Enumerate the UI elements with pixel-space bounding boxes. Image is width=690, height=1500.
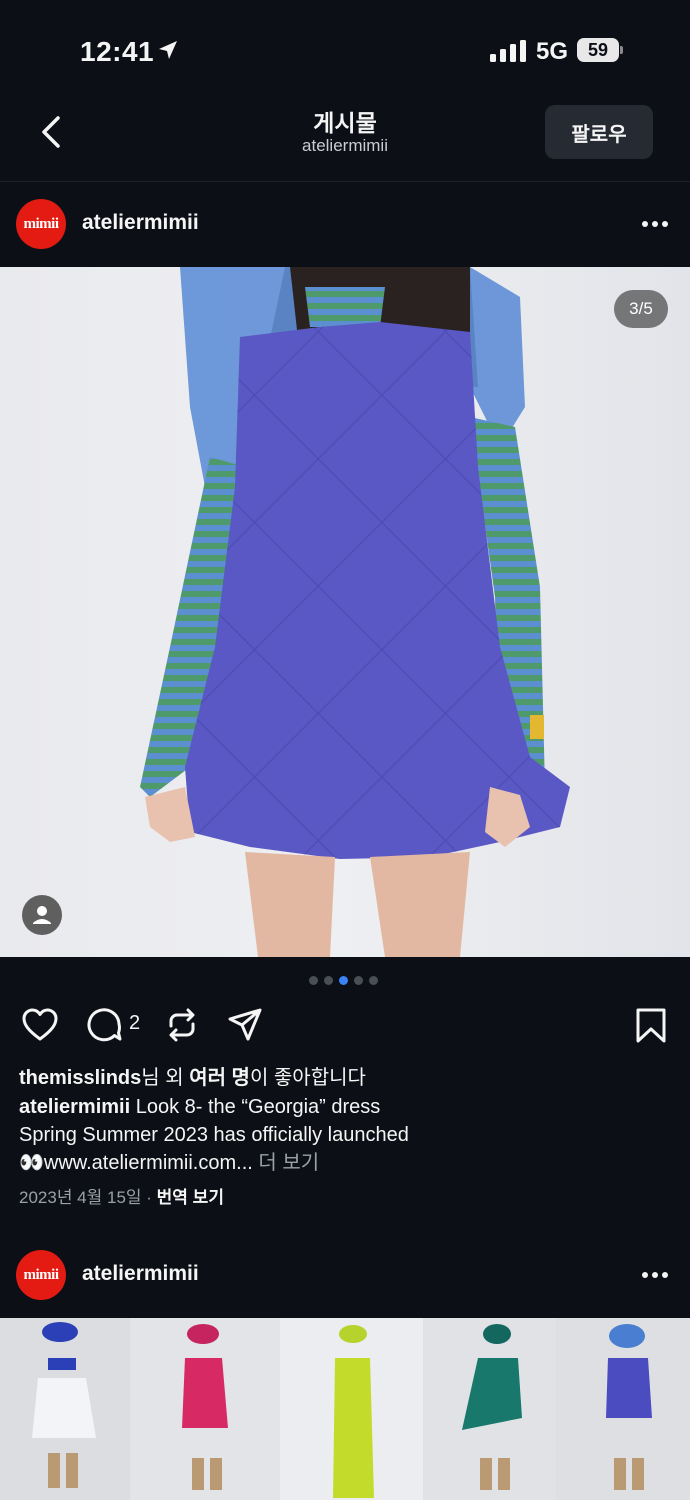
next-post-header: mimii ateliermimii — [0, 1234, 690, 1318]
likes-mid: 님 외 — [141, 1067, 190, 1089]
signal-icon — [490, 40, 526, 62]
bookmark-icon[interactable] — [632, 1006, 670, 1044]
caption-username[interactable]: ateliermimii — [19, 1096, 130, 1118]
more-options-icon[interactable] — [640, 1268, 670, 1282]
caption-line-3: 👀www.ateliermimii.com... — [19, 1152, 253, 1174]
post-meta: 2023년 4월 15일 · 번역 보기 — [19, 1183, 224, 1208]
status-bar: 12:41 5G 59 — [0, 0, 690, 100]
dress-photo-image — [0, 267, 690, 957]
carousel-dot — [324, 976, 333, 985]
post-username[interactable]: ateliermimii — [82, 1262, 199, 1286]
post-actions: 2 — [0, 1002, 690, 1046]
caption-line-2: Spring Summer 2023 has officially launch… — [19, 1124, 409, 1146]
carousel-dot — [309, 976, 318, 985]
post-username[interactable]: ateliermimii — [82, 211, 199, 235]
likes-summary[interactable]: themisslinds님 외 여러 명이 좋아합니다 — [19, 1061, 366, 1090]
post-header: mimii ateliermimii — [0, 183, 690, 267]
battery-level: 59 — [587, 40, 609, 60]
carousel-dot-active — [339, 976, 348, 985]
caption-line-1: Look 8- the “Georgia” dress — [130, 1096, 381, 1118]
lineup-photo-image — [0, 1318, 690, 1500]
repost-icon[interactable] — [163, 1006, 201, 1044]
post-date: 2023년 4월 15일 — [19, 1188, 142, 1207]
location-arrow-icon — [159, 41, 177, 59]
likes-user[interactable]: themisslinds — [19, 1067, 141, 1089]
more-link[interactable]: 더 보기 — [253, 1152, 319, 1174]
share-icon[interactable] — [226, 1006, 264, 1044]
meta-separator: · — [141, 1188, 157, 1207]
next-post-photo[interactable] — [0, 1318, 690, 1500]
battery-icon: 59 — [577, 38, 623, 64]
post-photo[interactable] — [0, 267, 690, 957]
user-tag-icon[interactable] — [22, 895, 62, 935]
carousel-dot — [354, 976, 363, 985]
more-options-icon[interactable] — [640, 217, 670, 231]
post-caption: ateliermimii Look 8- the “Georgia” dress… — [19, 1093, 679, 1177]
image-counter: 3/5 — [614, 290, 668, 328]
network-type: 5G — [536, 38, 569, 65]
comment-icon[interactable] — [86, 1006, 124, 1044]
carousel-indicator — [309, 976, 378, 986]
carousel-dot — [369, 976, 378, 985]
avatar[interactable]: mimii — [16, 1250, 66, 1300]
avatar[interactable]: mimii — [16, 199, 66, 249]
comment-count: 2 — [129, 1012, 141, 1034]
nav-header: 게시물 ateliermimii 팔로우 — [0, 100, 690, 182]
translate-link[interactable]: 번역 보기 — [157, 1188, 224, 1207]
heart-icon[interactable] — [21, 1006, 59, 1044]
status-time: 12:41 — [80, 36, 155, 67]
likes-tail: 이 좋아합니다 — [249, 1067, 366, 1089]
likes-others[interactable]: 여러 명 — [189, 1067, 250, 1089]
follow-button[interactable]: 팔로우 — [545, 105, 653, 159]
